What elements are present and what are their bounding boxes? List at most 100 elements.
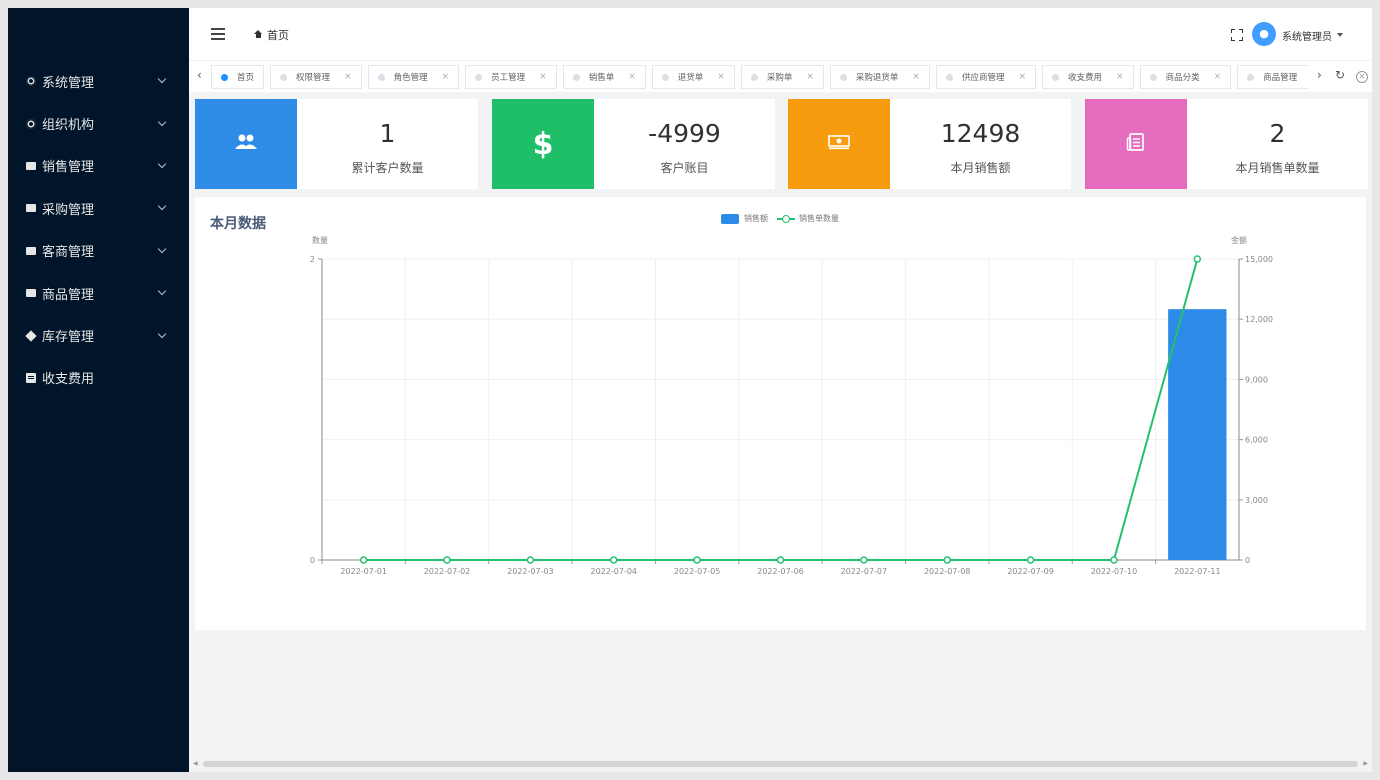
refresh-icon[interactable]: ↻ <box>1335 68 1345 82</box>
tab-label: 采购单 <box>766 73 793 83</box>
sidebar-item[interactable]: 收支费用 <box>8 357 189 399</box>
stat-card-label: 本月销售额 <box>950 161 1011 175</box>
tab-close-icon[interactable]: × <box>344 72 352 82</box>
tab-close-icon[interactable]: × <box>442 72 450 82</box>
x-axis-tick-label: 2022-07-09 <box>1007 567 1053 576</box>
fullscreen-icon[interactable] <box>1231 29 1243 41</box>
tab[interactable]: 收支费用 × <box>1042 65 1134 89</box>
tab-status-dot <box>1149 73 1157 81</box>
chevron-down-icon <box>157 286 167 296</box>
right-axis-tick-label: 3,000 <box>1245 496 1268 505</box>
tab-close-icon[interactable]: × <box>628 72 636 82</box>
sidebar-item[interactable]: 系统管理 <box>8 60 189 102</box>
stat-card-value: 12498 <box>940 119 1021 148</box>
line-point <box>943 556 951 564</box>
stat-card-value: -4999 <box>648 119 721 148</box>
horizontal-scrollbar[interactable]: ◀ ▶ <box>193 759 1368 769</box>
tab-status-dot <box>750 73 758 81</box>
sidebar-menu: 系统管理组织机构销售管理采购管理客商管理商品管理库存管理收支费用 <box>8 60 189 399</box>
tab[interactable]: 首页 <box>211 65 265 89</box>
sidebar-item[interactable]: 组织机构 <box>8 102 189 144</box>
sidebar-item[interactable]: 库存管理 <box>8 314 189 356</box>
sidebar-item-label: 销售管理 <box>42 160 95 176</box>
tab-label: 销售单 <box>588 73 615 83</box>
tab-label: 权限管理 <box>296 73 331 83</box>
sidebar-item-label: 库存管理 <box>42 330 95 346</box>
tab-close-icon[interactable]: × <box>912 72 920 82</box>
scroll-right-arrow-icon[interactable]: ▶ <box>1363 760 1368 767</box>
left-axis-tick-label: 2 <box>310 255 315 264</box>
stat-card: $ -4999 客户账目 <box>492 99 775 189</box>
chevron-down-icon <box>157 202 167 211</box>
tab-status-dot <box>377 73 385 81</box>
folder-icon <box>26 246 36 255</box>
gear-icon <box>26 118 36 129</box>
hamburger-menu-icon[interactable] <box>211 28 225 40</box>
tab-label: 员工管理 <box>491 73 526 83</box>
stat-card-icon-box <box>788 99 890 189</box>
sidebar-item[interactable]: 商品管理 <box>8 272 189 314</box>
tab[interactable]: 商品分类 × <box>1139 65 1232 89</box>
line-point <box>693 556 701 564</box>
right-axis-tick-label: 6,000 <box>1245 436 1268 445</box>
tabs-bar: ‹ 首页 权限管理 × 角色管理 × 员工管理 × 销售单 × 退货单 × 采购单 × 采购退货单 × 供应商… <box>189 60 1372 92</box>
tab[interactable]: 销售单 × <box>562 65 646 89</box>
tab-label: 采购退货单 <box>855 73 899 83</box>
tab-close-icon[interactable]: × <box>806 72 814 82</box>
receipt-icon <box>1126 132 1146 156</box>
sidebar-item-label: 收支费用 <box>42 372 95 388</box>
sidebar: 系统管理组织机构销售管理采购管理客商管理商品管理库存管理收支费用 <box>8 8 189 772</box>
sidebar-item-label: 客商管理 <box>42 245 95 261</box>
tab-close-icon[interactable]: × <box>717 72 725 82</box>
tab[interactable]: 权限管理 × <box>270 65 362 89</box>
tab[interactable]: 采购退货单 × <box>829 65 930 89</box>
tab[interactable]: 角色管理 × <box>367 65 460 89</box>
folder-icon <box>26 161 36 170</box>
tab[interactable]: 商品管理× <box>1237 65 1309 89</box>
close-all-tabs-icon[interactable]: ✕ <box>1356 71 1368 83</box>
tab-status-dot <box>475 73 483 81</box>
user-name[interactable]: 系统管理员 <box>1282 28 1332 43</box>
sidebar-item[interactable]: 采购管理 <box>8 187 189 229</box>
x-axis-tick-label: 2022-07-02 <box>424 567 471 576</box>
x-axis-tick-label: 2022-07-11 <box>1174 567 1221 576</box>
sidebar-item[interactable]: 客商管理 <box>8 230 189 272</box>
right-axis-tick-label: 15,000 <box>1245 255 1273 264</box>
sidebar-item[interactable]: 销售管理 <box>8 145 189 187</box>
stat-card: 1 累计客户数量 <box>195 99 478 189</box>
stat-card-value: 2 <box>1269 119 1286 148</box>
tab-status-dot <box>1052 73 1060 81</box>
tabs-scroll-left-icon[interactable]: ‹ <box>197 68 202 82</box>
breadcrumb[interactable]: 首页 <box>267 27 289 43</box>
tab-close-icon[interactable]: × <box>539 72 547 82</box>
gear-icon <box>26 76 36 87</box>
tab-close-icon[interactable]: × <box>1116 72 1124 82</box>
scrollbar-thumb[interactable] <box>203 761 1358 767</box>
line-point <box>359 556 368 564</box>
stat-card: 2 本月销售单数量 <box>1085 99 1368 189</box>
tab-status-dot <box>945 73 953 81</box>
sidebar-item-label: 商品管理 <box>42 287 95 303</box>
tab[interactable]: 员工管理 × <box>465 65 557 89</box>
sidebar-item-label: 组织机构 <box>42 118 95 134</box>
x-axis-tick-label: 2022-07-01 <box>340 567 387 576</box>
tab[interactable]: 供应商管理 × <box>935 65 1037 89</box>
user-avatar[interactable]: ● <box>1252 22 1276 46</box>
chevron-down-icon <box>157 74 167 84</box>
bar <box>1168 309 1227 560</box>
tab[interactable]: 退货单 × <box>651 65 735 89</box>
users-icon <box>234 133 258 155</box>
x-axis-tick-label: 2022-07-05 <box>674 567 721 576</box>
right-axis-tick-label: 0 <box>1245 556 1250 565</box>
scroll-left-arrow-icon[interactable]: ◀ <box>193 760 198 767</box>
stat-card-label: 本月销售单数量 <box>1235 161 1320 175</box>
sidebar-item-label: 系统管理 <box>42 75 95 91</box>
tab-close-icon[interactable]: × <box>1018 72 1026 82</box>
tab-close-icon[interactable]: × <box>1214 72 1222 82</box>
tabs-scroll-right-icon[interactable]: › <box>1317 68 1322 82</box>
x-axis-tick-label: 2022-07-06 <box>757 567 804 576</box>
tab[interactable]: 采购单 × <box>740 65 824 89</box>
user-menu-caret-icon[interactable] <box>1337 33 1343 37</box>
chevron-down-icon <box>157 244 167 253</box>
money-icon <box>828 134 850 154</box>
